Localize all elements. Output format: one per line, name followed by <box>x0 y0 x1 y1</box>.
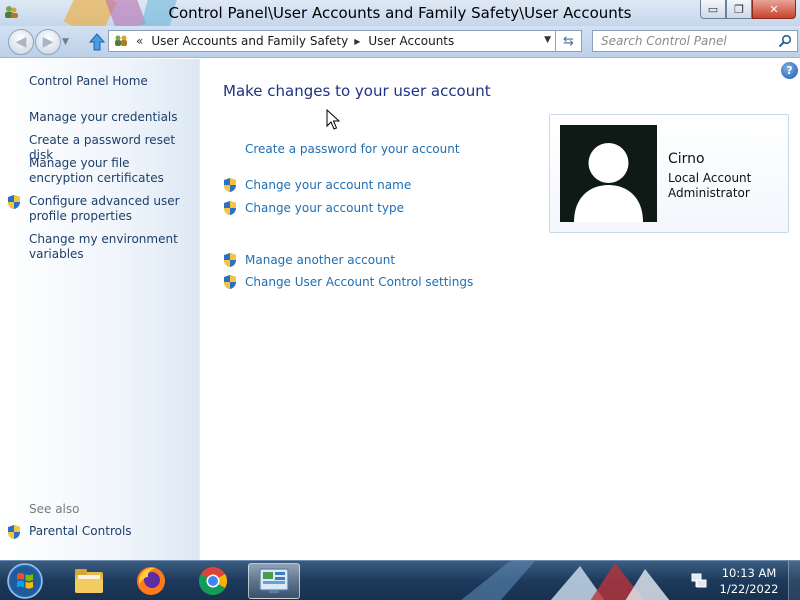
recent-pages-dropdown[interactable]: ▼ <box>62 37 69 47</box>
taskbar-wallpaper-art <box>461 561 670 600</box>
title-bar[interactable]: Control Panel\User Accounts and Family S… <box>0 0 800 26</box>
clock-date: 1/22/2022 <box>719 582 779 596</box>
system-clock[interactable]: 10:13 AM 1/22/2022 <box>714 565 784 597</box>
window-title: Control Panel\User Accounts and Family S… <box>168 4 632 22</box>
back-button[interactable]: ◀ <box>8 29 34 55</box>
clock-time: 10:13 AM <box>721 566 777 580</box>
search-box[interactable] <box>592 30 798 52</box>
task-pane: Control Panel Home Manage your credentia… <box>0 59 200 560</box>
uac-shield-icon <box>8 195 20 209</box>
refresh-icon: ⇆ <box>563 33 574 49</box>
address-dropdown-icon[interactable]: ▼ <box>544 35 551 45</box>
environment-variables-link[interactable]: Change my environment variables <box>29 232 197 262</box>
close-icon: ✕ <box>769 2 779 16</box>
forward-button[interactable]: ▶ <box>35 29 61 55</box>
refresh-button[interactable]: ⇆ <box>556 30 582 52</box>
manage-another-account-link[interactable]: Manage another account <box>245 253 395 267</box>
breadcrumb-user-accounts-family-safety[interactable]: User Accounts and Family Safety <box>151 34 348 48</box>
parental-controls-link[interactable]: Parental Controls <box>29 524 197 539</box>
page-title: Make changes to your user account <box>223 82 491 100</box>
start-button[interactable] <box>4 562 46 600</box>
help-button[interactable]: ? <box>781 62 798 79</box>
maximize-button[interactable]: ❐ <box>726 0 752 19</box>
search-icon[interactable] <box>778 34 792 48</box>
chrome-icon <box>199 567 227 595</box>
account-type: Local Account <box>668 171 752 185</box>
uac-shield-icon <box>8 525 20 539</box>
file-encryption-certificates-link[interactable]: Manage your file encryption certificates <box>29 156 197 186</box>
forward-arrow-icon: ▶ <box>42 34 54 50</box>
taskbar-control-panel[interactable] <box>248 563 300 599</box>
uac-shield-icon <box>224 253 236 267</box>
close-button[interactable]: ✕ <box>752 0 796 19</box>
avatar[interactable] <box>560 125 657 222</box>
create-password-link[interactable]: Create a password for your account <box>245 142 460 156</box>
breadcrumb-user-accounts[interactable]: User Accounts <box>368 34 454 48</box>
taskbar-explorer[interactable] <box>63 563 115 599</box>
mouse-cursor-icon <box>326 109 340 130</box>
help-icon: ? <box>786 64 793 77</box>
main-content: ? Make changes to your user account Crea… <box>201 59 800 560</box>
control-panel-icon <box>115 35 127 46</box>
taskbar: 10:13 AM 1/22/2022 <box>0 560 800 600</box>
up-arrow-icon <box>88 33 106 51</box>
account-name: Cirno <box>668 151 705 167</box>
control-panel-icon <box>259 568 289 593</box>
breadcrumb-separator-icon[interactable]: ▶ <box>354 37 360 46</box>
search-input[interactable] <box>593 31 773 51</box>
minimize-icon: ▭ <box>707 2 719 16</box>
account-role: Administrator <box>668 186 750 200</box>
folder-icon <box>75 569 103 593</box>
advanced-profile-properties-link[interactable]: Configure advanced user profile properti… <box>29 194 197 224</box>
see-also-heading: See also <box>29 502 80 516</box>
uac-shield-icon <box>224 201 236 215</box>
address-bar[interactable]: « User Accounts and Family Safety ▶ User… <box>108 30 556 52</box>
account-card: Cirno Local Account Administrator <box>549 114 789 233</box>
back-arrow-icon: ◀ <box>15 34 27 50</box>
network-icon[interactable] <box>690 572 708 590</box>
navigation-bar: ◀ ▶ ▼ « User Accounts and Family Safety … <box>0 26 800 58</box>
windows-logo-icon <box>7 563 43 599</box>
control-panel-home-link[interactable]: Control Panel Home <box>29 74 197 89</box>
taskbar-firefox[interactable] <box>125 563 177 599</box>
show-desktop-button[interactable] <box>788 561 800 600</box>
manage-credentials-link[interactable]: Manage your credentials <box>29 110 197 125</box>
minimize-button[interactable]: ▭ <box>700 0 726 19</box>
taskbar-chrome[interactable] <box>187 563 239 599</box>
uac-shield-icon <box>224 275 236 289</box>
change-account-type-link[interactable]: Change your account type <box>245 201 404 215</box>
uac-shield-icon <box>224 178 236 192</box>
up-level-button[interactable] <box>88 32 106 52</box>
maximize-icon: ❐ <box>734 2 744 16</box>
user-silhouette-icon <box>574 143 643 222</box>
change-account-name-link[interactable]: Change your account name <box>245 178 411 192</box>
address-overflow-icon[interactable]: « <box>136 34 143 48</box>
uac-settings-link[interactable]: Change User Account Control settings <box>245 275 473 289</box>
firefox-icon <box>137 567 165 595</box>
